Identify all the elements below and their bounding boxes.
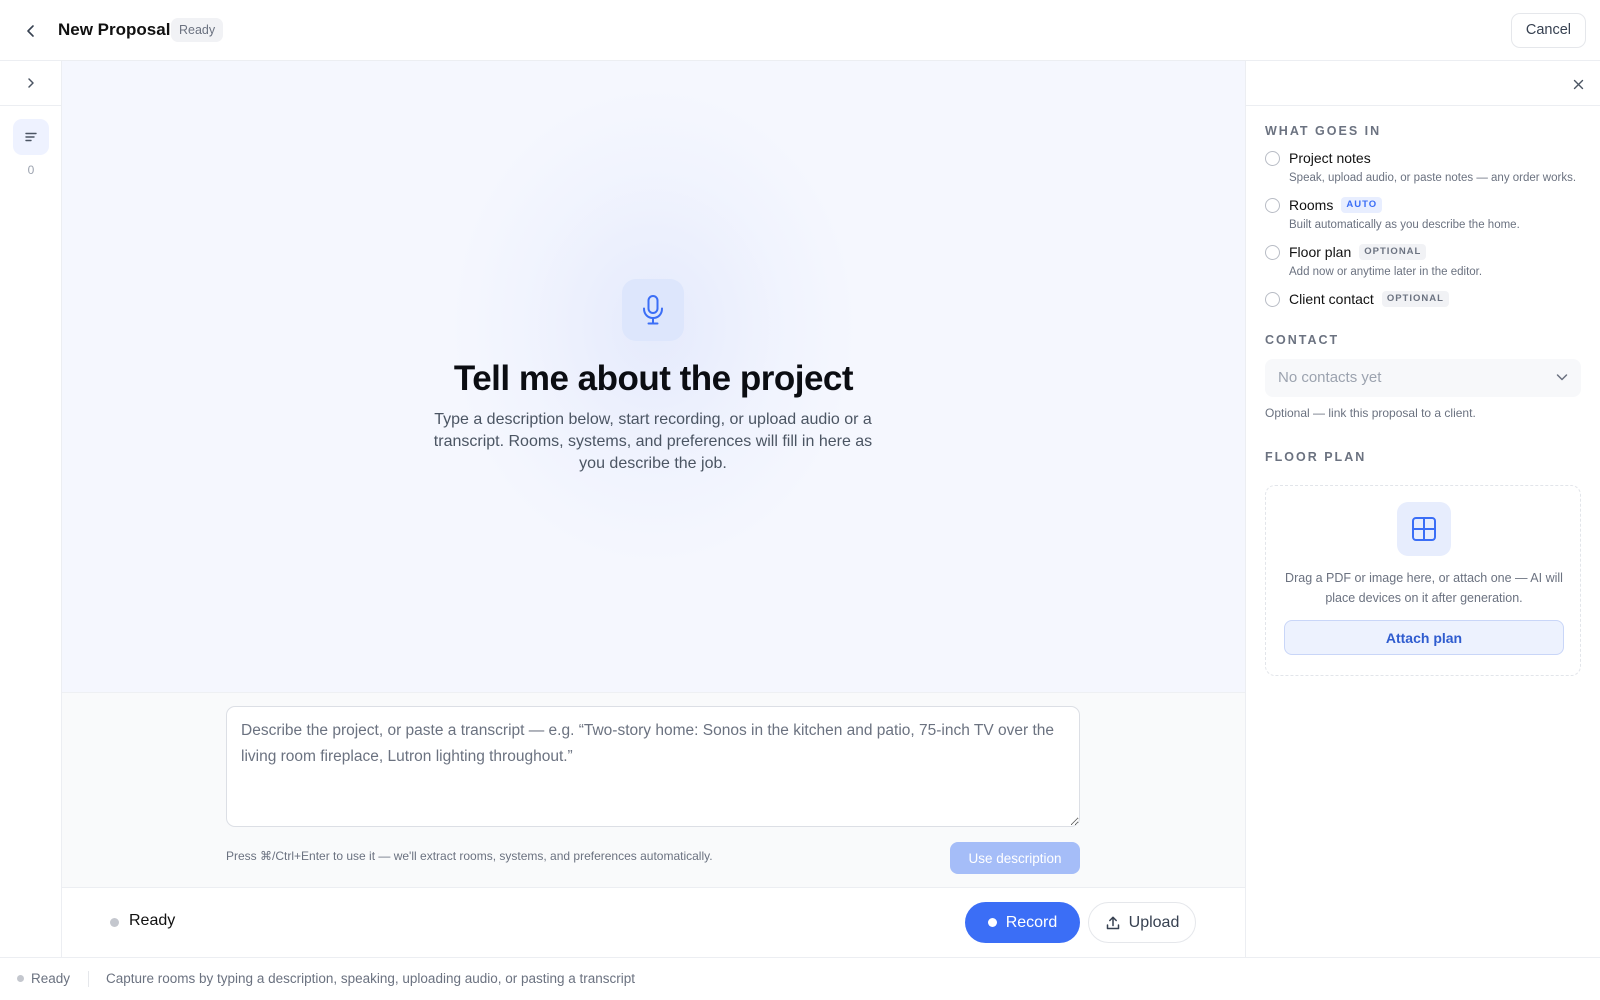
checklist-circle[interactable]	[1265, 198, 1280, 213]
hero-panel: Tell me about the project Type a descrip…	[62, 61, 1245, 692]
contact-select-value: No contacts yet	[1278, 369, 1382, 386]
checklist-item-client-contact[interactable]: Client contact OPTIONAL	[1265, 291, 1595, 311]
checklist-desc: Built automatically as you describe the …	[1289, 219, 1520, 231]
what-goes-in-heading: WHAT GOES IN	[1265, 124, 1382, 138]
footer-status: Ready	[31, 971, 71, 986]
notes-button[interactable]	[13, 119, 49, 155]
checklist-title: Floor plan OPTIONAL	[1289, 244, 1427, 260]
checklist-item-project-notes[interactable]: Project notes Speak, upload audio, or pa…	[1265, 150, 1595, 190]
action-bar: Ready Record Upload	[62, 887, 1245, 957]
upload-label: Upload	[1128, 913, 1180, 931]
left-rail: 0	[0, 61, 62, 957]
record-label: Record	[1005, 913, 1058, 931]
notes-lines-icon	[25, 132, 37, 142]
hero-subtitle: Type a description below, start recordin…	[433, 411, 873, 472]
notes-count: 0	[27, 163, 35, 177]
top-bar: New Proposal Ready Cancel	[0, 0, 1600, 61]
expand-rail-button[interactable]	[0, 61, 62, 106]
upload-button[interactable]: Upload	[1088, 902, 1196, 943]
right-panel: WHAT GOES IN Project notes Speak, upload…	[1245, 61, 1600, 957]
checklist-circle[interactable]	[1265, 292, 1280, 307]
contact-select[interactable]: No contacts yet	[1265, 359, 1581, 397]
mic-tile	[622, 279, 684, 341]
record-button[interactable]: Record	[965, 902, 1080, 943]
optional-tag: OPTIONAL	[1381, 291, 1449, 307]
composer-hint: Press ⌘/Ctrl+Enter to use it — we'll ext…	[226, 849, 713, 863]
checklist-circle[interactable]	[1265, 151, 1280, 166]
close-icon	[1573, 79, 1583, 89]
checklist-desc: Add now or anytime later in the editor.	[1289, 266, 1483, 278]
checklist-title: Rooms AUTO	[1289, 197, 1383, 213]
checklist-item-floor-plan[interactable]: Floor plan OPTIONAL Add now or anytime l…	[1265, 244, 1595, 284]
floor-plan-heading: FLOOR PLAN	[1265, 450, 1367, 464]
checklist-title: Project notes	[1289, 150, 1371, 166]
auto-tag: AUTO	[1341, 197, 1383, 213]
recording-status: Ready	[129, 912, 176, 929]
microphone-icon	[643, 295, 663, 325]
description-input[interactable]	[226, 706, 1080, 827]
status-bar: Ready Capture rooms by typing a descript…	[0, 957, 1600, 1000]
chevron-down-icon	[1556, 374, 1568, 381]
floor-plan-instructions: Drag a PDF or image here, or attach one …	[1285, 571, 1563, 605]
floor-plan-dropzone[interactable]: Drag a PDF or image here, or attach one …	[1265, 485, 1581, 676]
footer-status-dot	[17, 975, 24, 982]
panel-header	[1246, 61, 1600, 106]
checklist-desc: Speak, upload audio, or paste notes — an…	[1289, 172, 1577, 184]
attach-plan-button[interactable]: Attach plan	[1284, 620, 1564, 655]
contact-hint: Optional — link this proposal to a clien…	[1265, 406, 1476, 420]
contact-heading: CONTACT	[1265, 333, 1340, 347]
optional-tag: OPTIONAL	[1359, 244, 1427, 260]
floor-plan-tile	[1397, 502, 1451, 556]
grid-icon	[1412, 517, 1436, 541]
checklist-title: Client contact OPTIONAL	[1289, 291, 1449, 307]
chevron-left-icon	[27, 25, 34, 37]
hero-title: Tell me about the project	[453, 359, 854, 398]
back-button[interactable]	[18, 18, 44, 44]
status-badge: Ready	[171, 18, 224, 42]
chevron-right-icon	[28, 78, 34, 88]
upload-icon	[1106, 916, 1119, 929]
footer-message: Capture rooms by typing a description, s…	[106, 971, 636, 986]
close-panel-button[interactable]	[1567, 73, 1589, 95]
footer-divider	[88, 971, 89, 987]
page-title: New Proposal	[58, 20, 171, 39]
use-description-button[interactable]: Use description	[950, 842, 1080, 874]
composer: Press ⌘/Ctrl+Enter to use it — we'll ext…	[62, 692, 1245, 887]
cancel-button[interactable]: Cancel	[1510, 13, 1586, 48]
checklist-circle[interactable]	[1265, 245, 1280, 260]
record-dot-icon	[987, 918, 997, 927]
checklist-item-rooms[interactable]: Rooms AUTO Built automatically as you de…	[1265, 197, 1595, 237]
status-dot	[110, 918, 119, 927]
